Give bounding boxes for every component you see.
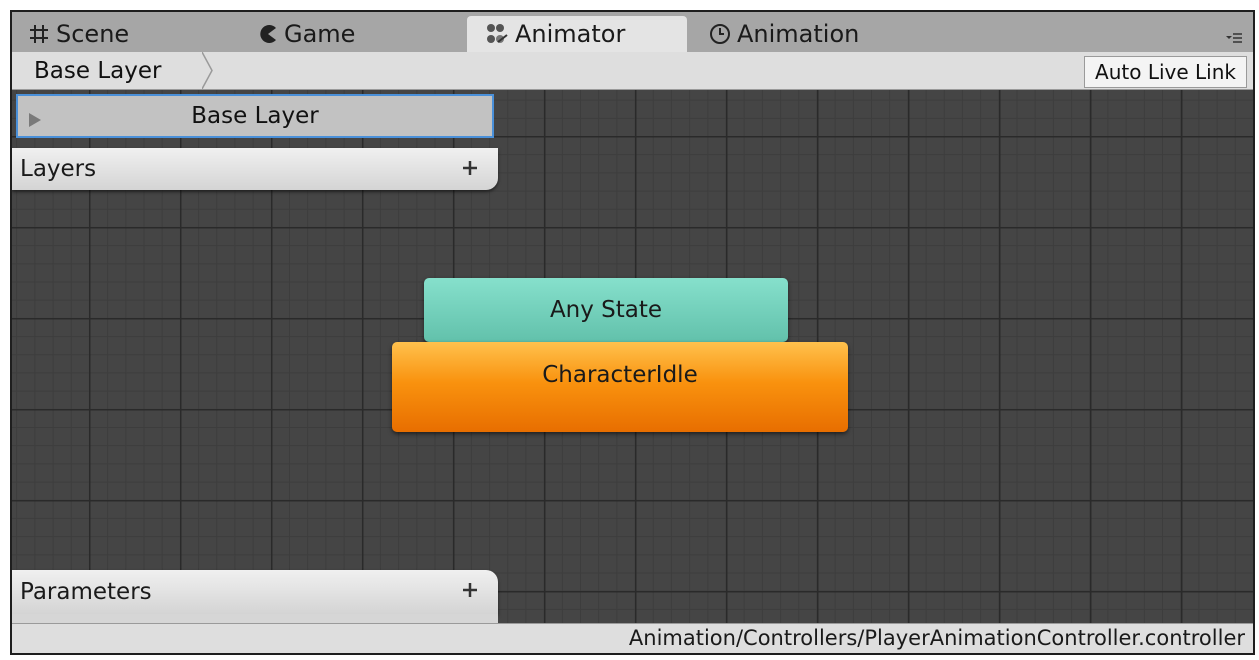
layers-title: Layers (20, 156, 97, 182)
status-bar: Animation/Controllers/PlayerAnimationCon… (12, 623, 1253, 653)
plus-icon (463, 583, 477, 597)
default-state-node[interactable]: CharacterIdle (392, 342, 848, 432)
animator-icon (485, 23, 509, 45)
parameters-title: Parameters (20, 579, 152, 605)
any-state-node[interactable]: Any State (424, 278, 788, 342)
parameters-list (12, 614, 498, 623)
tab-label: Animator (515, 20, 626, 48)
parameters-panel-header: Parameters (12, 570, 498, 614)
layers-panel-header: Layers (12, 148, 498, 190)
animator-toolbar: Base Layer Auto Live Link (12, 52, 1253, 90)
pacman-icon (258, 24, 278, 44)
animator-window: Scene Game Animator Animation Base Layer… (10, 10, 1255, 655)
auto-live-link-button[interactable]: Auto Live Link (1084, 56, 1247, 88)
tab-bar: Scene Game Animator Animation (12, 12, 1253, 52)
plus-icon (463, 161, 477, 175)
asset-path: Animation/Controllers/PlayerAnimationCon… (628, 626, 1245, 650)
tab-label: Game (284, 20, 356, 48)
tab-menu-icon[interactable] (1225, 30, 1243, 46)
breadcrumb-label: Base Layer (34, 57, 162, 84)
grid-icon (28, 23, 50, 45)
add-layer-button[interactable] (456, 154, 484, 182)
expand-triangle-icon[interactable] (28, 108, 42, 134)
add-parameter-button[interactable] (456, 576, 484, 604)
breadcrumb-separator-icon (202, 52, 213, 89)
clock-icon (709, 23, 731, 45)
layer-label: Base Layer (191, 103, 319, 129)
tab-label: Animation (737, 20, 860, 48)
tab-animation[interactable]: Animation (709, 16, 859, 52)
tab-scene[interactable]: Scene (28, 16, 129, 52)
tab-label: Scene (56, 20, 130, 48)
tab-animator[interactable]: Animator (467, 16, 687, 52)
auto-live-link-label: Auto Live Link (1095, 60, 1236, 84)
default-state-label: CharacterIdle (542, 362, 698, 388)
breadcrumb[interactable]: Base Layer (12, 52, 189, 89)
any-state-label: Any State (549, 297, 663, 323)
layer-item-base-layer[interactable]: Base Layer (16, 94, 494, 138)
tab-game[interactable]: Game (258, 16, 355, 52)
